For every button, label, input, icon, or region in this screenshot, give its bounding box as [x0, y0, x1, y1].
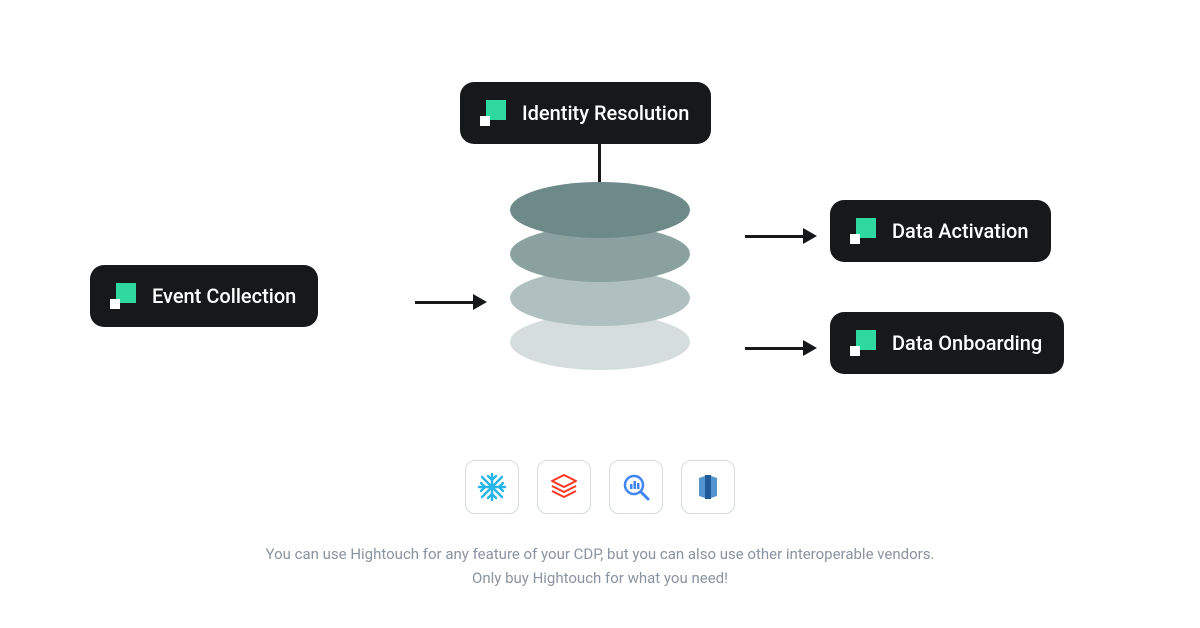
node-identity-resolution: Identity Resolution	[460, 82, 711, 144]
node-label: Event Collection	[152, 284, 296, 308]
vendor-snowflake	[465, 460, 519, 514]
snowflake-icon	[475, 470, 509, 504]
vendor-bigquery	[609, 460, 663, 514]
redshift-icon	[691, 470, 725, 504]
caption-line: Only buy Hightouch for what you need!	[0, 566, 1200, 590]
node-event-collection: Event Collection	[90, 265, 318, 327]
databricks-icon	[547, 470, 581, 504]
vendor-databricks	[537, 460, 591, 514]
vendor-row	[0, 460, 1200, 514]
hightouch-logo-icon	[848, 328, 878, 358]
data-warehouse-stack	[490, 182, 710, 402]
node-data-activation: Data Activation	[830, 200, 1051, 262]
arrow-right	[745, 228, 817, 244]
hightouch-logo-icon	[478, 98, 508, 128]
caption: You can use Hightouch for any feature of…	[0, 542, 1200, 590]
stack-disc	[510, 182, 690, 238]
bigquery-icon	[619, 470, 653, 504]
node-data-onboarding: Data Onboarding	[830, 312, 1064, 374]
vendor-redshift	[681, 460, 735, 514]
arrow-right	[415, 294, 487, 310]
caption-line: You can use Hightouch for any feature of…	[0, 542, 1200, 566]
arrow-right	[745, 340, 817, 356]
node-label: Data Onboarding	[892, 331, 1042, 355]
hightouch-logo-icon	[848, 216, 878, 246]
node-label: Data Activation	[892, 219, 1029, 243]
node-label: Identity Resolution	[522, 101, 689, 125]
hightouch-logo-icon	[108, 281, 138, 311]
